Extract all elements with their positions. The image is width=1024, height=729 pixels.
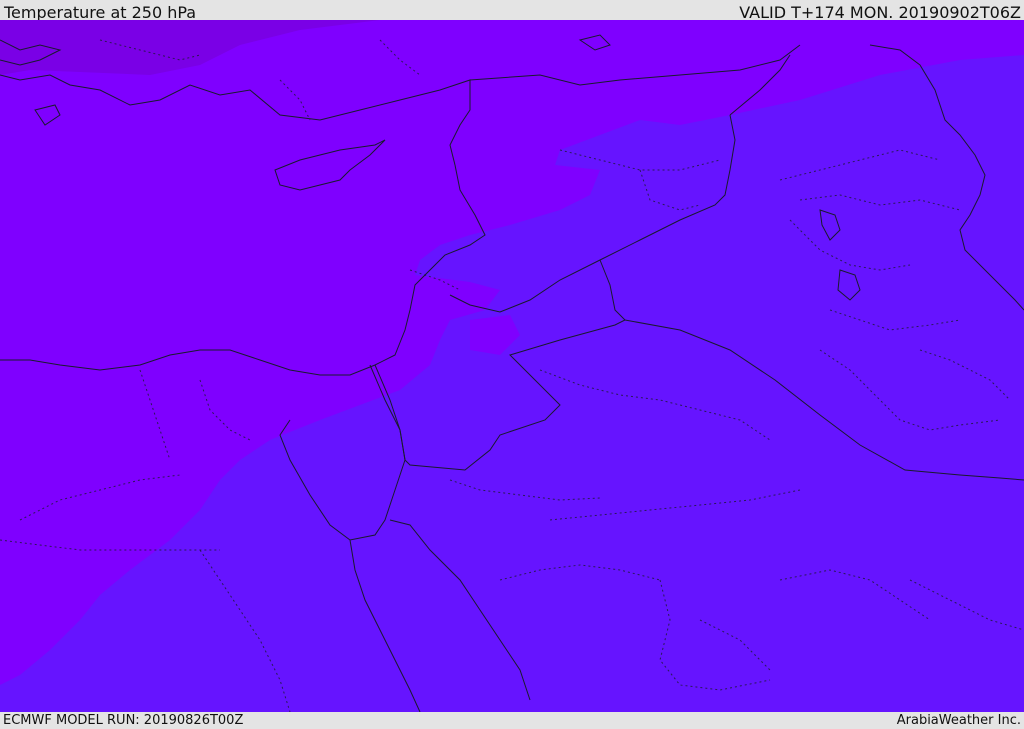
header-bar: Temperature at 250 hPa VALID T+174 MON. … bbox=[0, 0, 1024, 20]
model-run-label: ECMWF MODEL RUN: 20190826T00Z bbox=[3, 713, 244, 728]
map-title: Temperature at 250 hPa bbox=[4, 3, 197, 20]
temperature-map bbox=[0, 20, 1024, 712]
valid-time-label: VALID T+174 MON. 20190902T06Z bbox=[739, 3, 1021, 20]
footer-bar: ECMWF MODEL RUN: 20190826T00Z ArabiaWeat… bbox=[0, 712, 1024, 729]
credit-label: ArabiaWeather Inc. bbox=[896, 713, 1021, 728]
map-canvas bbox=[0, 20, 1024, 712]
weather-map-frame: Temperature at 250 hPa VALID T+174 MON. … bbox=[0, 0, 1024, 729]
